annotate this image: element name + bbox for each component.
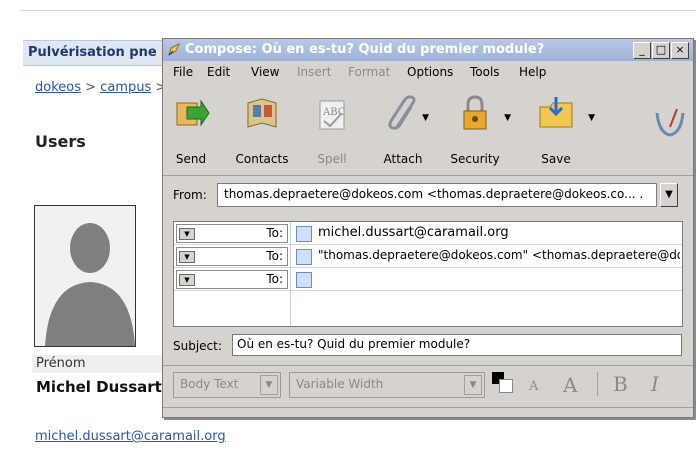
subject-label: Subject:: [173, 339, 222, 353]
menu-options[interactable]: Options: [407, 65, 453, 79]
recipient-address-input[interactable]: michel.dussart@caramail.org: [318, 225, 680, 240]
attach-label: Attach: [383, 152, 423, 166]
save-button[interactable]: ▼ Save: [531, 85, 595, 169]
security-lock-icon: [463, 95, 487, 130]
compose-title: Compose: Où en es-tu? Quid du premier mo…: [185, 42, 545, 57]
smaller-text-button[interactable]: A: [529, 379, 538, 394]
recipient-type-arrow[interactable]: ▼: [179, 228, 195, 240]
recipients-list: ▼ To: michel.dussart@caramail.org ▼ To: …: [173, 221, 683, 327]
menu-edit[interactable]: Edit: [207, 65, 230, 79]
send-button[interactable]: Send: [167, 85, 215, 169]
recipient-address-input[interactable]: "thomas.depraetere@dokeos.com" <thomas.d…: [318, 248, 680, 262]
save-folder-icon: [539, 97, 573, 128]
user-name: Michel Dussart: [36, 378, 162, 396]
users-heading: Users: [35, 132, 86, 151]
contact-card-icon: [296, 226, 312, 242]
attach-button[interactable]: ▼ Attach: [375, 85, 431, 169]
attach-icon: [388, 95, 416, 130]
course-title: Pulvérisation pne: [28, 45, 157, 60]
first-name-label: Prénom: [36, 356, 86, 371]
save-dropdown-arrow[interactable]: ▼: [588, 113, 595, 123]
user-email-link[interactable]: michel.dussart@caramail.org: [35, 429, 226, 444]
contact-card-icon: [296, 249, 312, 265]
from-row: From: thomas.depraetere@dokeos.com <thom…: [163, 175, 693, 212]
user-avatar: [34, 205, 136, 347]
menu-insert[interactable]: Insert: [297, 65, 331, 79]
compose-window: Compose: Où en es-tu? Quid du premier mo…: [162, 38, 694, 418]
security-button[interactable]: ▼ Security: [445, 85, 511, 169]
minimize-button[interactable]: _: [633, 42, 651, 59]
bold-button[interactable]: B: [613, 372, 628, 396]
spell-button[interactable]: ABC Spell: [309, 85, 355, 169]
menu-help[interactable]: Help: [519, 65, 546, 79]
save-label: Save: [541, 152, 571, 166]
font-select[interactable]: Variable Width ▼: [289, 372, 485, 398]
recipient-type-arrow[interactable]: ▼: [179, 274, 195, 286]
svg-text:ABC: ABC: [322, 107, 346, 118]
top-border: [20, 10, 696, 19]
contacts-button[interactable]: Contacts: [229, 85, 295, 169]
font-arrow[interactable]: ▼: [464, 375, 482, 395]
subject-value: Où en es-tu? Quid du premier module?: [237, 337, 471, 351]
breadcrumb-dokeos-link[interactable]: dokeos: [35, 80, 81, 95]
menu-view[interactable]: View: [251, 65, 279, 79]
from-account-select[interactable]: thomas.depraetere@dokeos.com <thomas.dep…: [217, 183, 657, 207]
spell-icon: ABC: [319, 100, 346, 130]
larger-text-button[interactable]: A: [563, 373, 577, 397]
recipient-type-label: To:: [266, 249, 283, 263]
subject-row: Subject: Où en es-tu? Quid du premier mo…: [163, 331, 693, 359]
format-separator: [597, 372, 598, 396]
paragraph-style-value: Body Text: [180, 377, 239, 391]
recipient-row: ▼ To: "thomas.depraetere@dokeos.com" <th…: [174, 245, 682, 268]
close-button[interactable]: ×: [671, 42, 689, 59]
contact-card-icon: [296, 272, 312, 288]
breadcrumb: dokeos > campus >: [35, 80, 167, 95]
compose-app-icon: [168, 43, 180, 56]
text-color-button[interactable]: [491, 371, 513, 395]
spell-label: Spell: [317, 152, 347, 166]
recipient-type-select[interactable]: ▼ To:: [176, 224, 288, 243]
contacts-icon: [247, 98, 277, 128]
background-color-swatch: [499, 379, 513, 393]
font-value: Variable Width: [296, 377, 384, 391]
send-icon: [176, 99, 210, 127]
from-account-value: thomas.depraetere@dokeos.com <thomas.dep…: [224, 187, 644, 201]
recipient-type-arrow[interactable]: ▼: [179, 251, 195, 263]
recipient-type-select[interactable]: ▼ To:: [176, 270, 288, 289]
paragraph-style-select[interactable]: Body Text ▼: [173, 372, 281, 398]
format-toolbar: Body Text ▼ Variable Width ▼ A A B I: [163, 365, 693, 402]
first-name-label-row: Prénom: [32, 355, 172, 373]
menu-tools[interactable]: Tools: [470, 65, 500, 79]
italic-button[interactable]: I: [651, 372, 659, 396]
security-dropdown-arrow[interactable]: ▼: [504, 113, 511, 123]
menu-format[interactable]: Format: [348, 65, 390, 79]
maximize-button[interactable]: □: [652, 42, 670, 59]
send-label: Send: [175, 152, 207, 166]
recipient-row: ▼ To: michel.dussart@caramail.org: [174, 222, 682, 245]
attach-dropdown-arrow[interactable]: ▼: [422, 113, 429, 123]
security-label: Security: [450, 152, 500, 166]
contacts-label: Contacts: [235, 152, 289, 166]
recipient-type-label: To:: [266, 272, 283, 286]
subject-input[interactable]: Où en es-tu? Quid du premier module?: [232, 334, 682, 356]
main-toolbar: Send Contacts ABC Spell ▼ Attach ▼ Secur…: [163, 85, 693, 173]
breadcrumb-campus-link[interactable]: campus: [100, 80, 151, 95]
compose-body-top-edge: [163, 407, 693, 418]
recipient-type-select[interactable]: ▼ To:: [176, 247, 288, 266]
from-dropdown-arrow[interactable]: ▼: [660, 183, 678, 207]
menu-bar: File Edit View Insert Format Options Too…: [163, 61, 693, 83]
paragraph-style-arrow[interactable]: ▼: [260, 375, 278, 395]
from-label: From:: [173, 188, 207, 202]
throbber-logo-icon: [655, 108, 685, 137]
menu-file[interactable]: File: [173, 65, 193, 79]
recipient-row: ▼ To:: [174, 268, 682, 291]
compose-title-bar[interactable]: Compose: Où en es-tu? Quid du premier mo…: [163, 39, 693, 61]
recipient-type-label: To:: [266, 226, 283, 240]
